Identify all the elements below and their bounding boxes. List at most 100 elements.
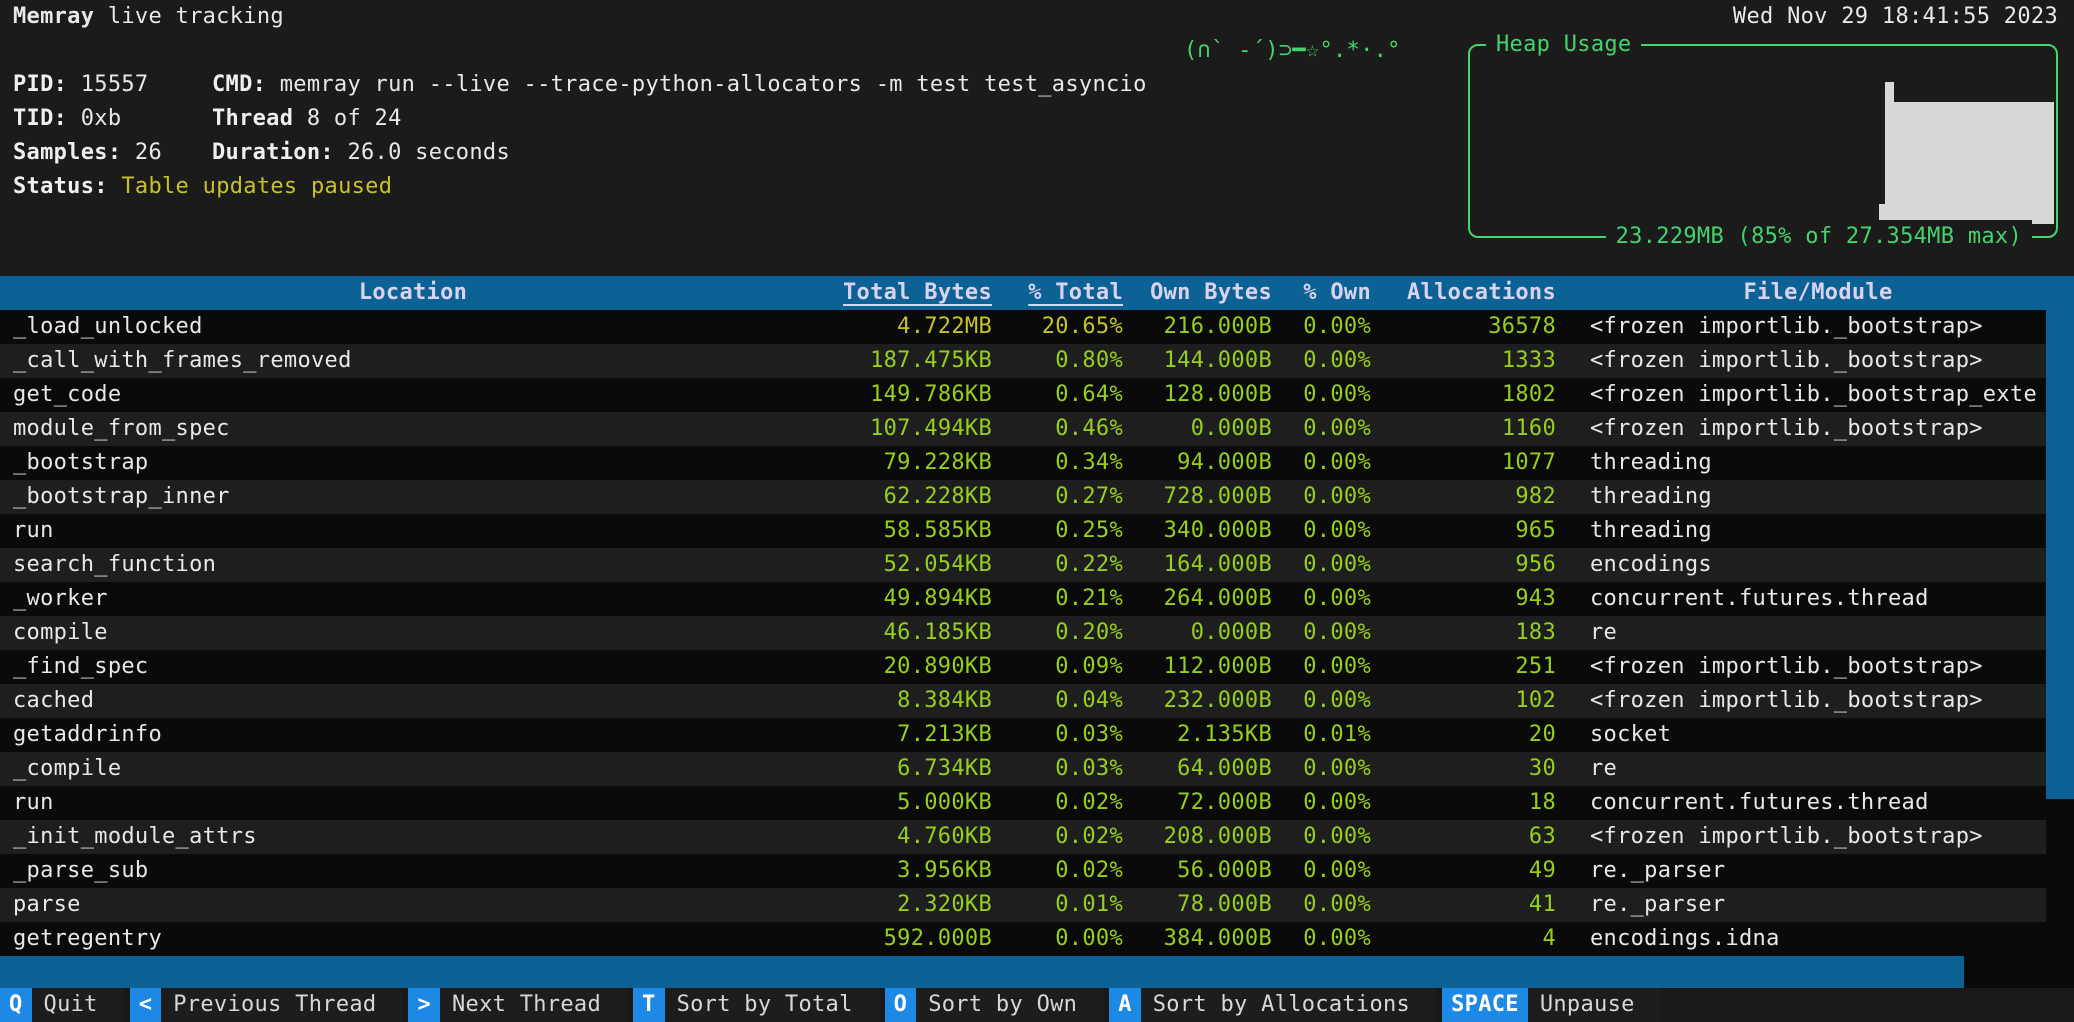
table-row[interactable]: _bootstrap79.228KB0.34%94.000B0.00%1077t…	[0, 446, 2046, 480]
cell-total-bytes: 592.000B	[672, 922, 992, 956]
cell-file-module: threading	[1590, 446, 2046, 480]
thread-value: 8 of 24	[293, 106, 401, 131]
status-value: Table updates paused	[108, 174, 392, 199]
cell-allocations: 956	[1386, 548, 1556, 582]
table-row[interactable]: _compile6.734KB0.03%64.000B0.00%30re	[0, 752, 2046, 786]
column-header-own-bytes[interactable]: Own Bytes	[1150, 276, 1272, 310]
cell-file-module: <frozen importlib._bootstrap>	[1590, 820, 2046, 854]
footer-key-badge[interactable]: >	[408, 988, 440, 1022]
samples-label: Samples:	[13, 140, 121, 165]
cell-allocations: 36578	[1386, 310, 1556, 344]
cell-own-bytes: 144.000B	[1072, 344, 1272, 378]
cell-total-bytes: 5.000KB	[672, 786, 992, 820]
footer-action-sort-by-total[interactable]: TSort by Total	[633, 988, 879, 1022]
column-header-allocations[interactable]: Allocations	[1407, 276, 1556, 310]
column-header-location[interactable]: Location	[13, 276, 813, 310]
vertical-scrollbar-thumb[interactable]	[2046, 310, 2074, 799]
cell-pct-own: 0.01%	[1251, 718, 1371, 752]
cell-file-module: socket	[1590, 718, 2046, 752]
app-name: Memray	[13, 4, 94, 29]
thread-label: Thread	[212, 106, 293, 131]
horizontal-scrollbar[interactable]	[0, 956, 2074, 988]
cell-total-bytes: 8.384KB	[672, 684, 992, 718]
cell-own-bytes: 2.135KB	[1072, 718, 1272, 752]
pid-line: PID: 15557	[13, 68, 148, 102]
table-row[interactable]: run5.000KB0.02%72.000B0.00%18concurrent.…	[0, 786, 2046, 820]
cell-pct-own: 0.00%	[1251, 548, 1371, 582]
footer-action-unpause[interactable]: SPACEUnpause	[1442, 988, 1661, 1022]
table-row[interactable]: _parse_sub3.956KB0.02%56.000B0.00%49re._…	[0, 854, 2046, 888]
table-row[interactable]: search_function52.054KB0.22%164.000B0.00…	[0, 548, 2046, 582]
table-row[interactable]: getaddrinfo7.213KB0.03%2.135KB0.01%20soc…	[0, 718, 2046, 752]
cell-allocations: 1333	[1386, 344, 1556, 378]
cell-total-bytes: 107.494KB	[672, 412, 992, 446]
cell-own-bytes: 112.000B	[1072, 650, 1272, 684]
table-row[interactable]: _init_module_attrs4.760KB0.02%208.000B0.…	[0, 820, 2046, 854]
cell-allocations: 1802	[1386, 378, 1556, 412]
footer-keybar: QQuit<Previous Thread>Next ThreadTSort b…	[0, 988, 2074, 1022]
cell-own-bytes: 340.000B	[1072, 514, 1272, 548]
footer-key-badge[interactable]: <	[130, 988, 162, 1022]
footer-action-previous-thread[interactable]: <Previous Thread	[130, 988, 403, 1022]
table-row[interactable]: parse2.320KB0.01%78.000B0.00%41re._parse…	[0, 888, 2046, 922]
cell-total-bytes: 7.213KB	[672, 718, 992, 752]
column-header-pct-total[interactable]: % Total	[1028, 276, 1123, 310]
footer-key-badge[interactable]: O	[885, 988, 917, 1022]
cell-allocations: 1077	[1386, 446, 1556, 480]
cell-allocations: 965	[1386, 514, 1556, 548]
duration-value: 26.0 seconds	[334, 140, 510, 165]
table-row[interactable]: _load_unlocked4.722MB20.65%216.000B0.00%…	[0, 310, 2046, 344]
kaomoji-decoration: (∩` -´)⊃━☆°.*·.°	[1184, 34, 1401, 68]
cell-total-bytes: 3.956KB	[672, 854, 992, 888]
footer-action-sort-by-own[interactable]: OSort by Own	[885, 988, 1104, 1022]
cell-pct-own: 0.00%	[1251, 582, 1371, 616]
cell-file-module: <frozen importlib._bootstrap>	[1590, 344, 2046, 378]
footer-key-badge[interactable]: T	[633, 988, 665, 1022]
table-row[interactable]: cached8.384KB0.04%232.000B0.00%102<froze…	[0, 684, 2046, 718]
vertical-scrollbar[interactable]	[2046, 310, 2074, 956]
duration-label: Duration:	[212, 140, 334, 165]
cell-allocations: 4	[1386, 922, 1556, 956]
table-row[interactable]: run58.585KB0.25%340.000B0.00%965threadin…	[0, 514, 2046, 548]
cell-own-bytes: 72.000B	[1072, 786, 1272, 820]
app-title: Memray live tracking	[13, 0, 284, 34]
cell-pct-own: 0.00%	[1251, 344, 1371, 378]
footer-action-quit[interactable]: QQuit	[0, 988, 124, 1022]
cell-file-module: re._parser	[1590, 854, 2046, 888]
cell-file-module: re	[1590, 616, 2046, 650]
cell-own-bytes: 0.000B	[1072, 412, 1272, 446]
table-row[interactable]: compile46.185KB0.20%0.000B0.00%183re	[0, 616, 2046, 650]
cmd-label: CMD:	[212, 72, 266, 97]
cell-own-bytes: 94.000B	[1072, 446, 1272, 480]
cell-file-module: concurrent.futures.thread	[1590, 582, 2046, 616]
table-row[interactable]: _find_spec20.890KB0.09%112.000B0.00%251<…	[0, 650, 2046, 684]
table-row[interactable]: _worker49.894KB0.21%264.000B0.00%943conc…	[0, 582, 2046, 616]
table-row[interactable]: module_from_spec107.494KB0.46%0.000B0.00…	[0, 412, 2046, 446]
thread-line: Thread 8 of 24	[212, 102, 402, 136]
cell-pct-own: 0.00%	[1251, 922, 1371, 956]
footer-action-label: Sort by Own	[916, 988, 1103, 1022]
footer-key-badge[interactable]: A	[1109, 988, 1141, 1022]
table-row[interactable]: getregentry592.000B0.00%384.000B0.00%4en…	[0, 922, 2046, 956]
memray-live-screen: Memray live tracking Wed Nov 29 18:41:55…	[0, 0, 2074, 1022]
cell-allocations: 41	[1386, 888, 1556, 922]
footer-action-sort-by-allocations[interactable]: ASort by Allocations	[1109, 988, 1436, 1022]
cell-own-bytes: 56.000B	[1072, 854, 1272, 888]
footer-key-badge[interactable]: Q	[0, 988, 32, 1022]
tid-value: 0xb	[67, 106, 121, 131]
footer-action-next-thread[interactable]: >Next Thread	[408, 988, 627, 1022]
footer-key-badge[interactable]: SPACE	[1442, 988, 1528, 1022]
cell-pct-own: 0.00%	[1251, 854, 1371, 888]
heap-usage-panel: Heap Usage 23.229MB (85% of 27.354MB max…	[1468, 44, 2058, 238]
cell-total-bytes: 62.228KB	[672, 480, 992, 514]
table-row[interactable]: _bootstrap_inner62.228KB0.27%728.000B0.0…	[0, 480, 2046, 514]
cell-pct-own: 0.00%	[1251, 310, 1371, 344]
tid-line: TID: 0xb	[13, 102, 121, 136]
column-header-file-module[interactable]: File/Module	[1590, 276, 2046, 310]
column-header-pct-own[interactable]: % Own	[1303, 276, 1371, 310]
table-row[interactable]: get_code149.786KB0.64%128.000B0.00%1802<…	[0, 378, 2046, 412]
table-row[interactable]: _call_with_frames_removed187.475KB0.80%1…	[0, 344, 2046, 378]
horizontal-scrollbar-thumb[interactable]	[0, 956, 1964, 988]
cell-file-module: <frozen importlib._bootstrap>	[1590, 412, 2046, 446]
column-header-total-bytes[interactable]: Total Bytes	[843, 276, 992, 310]
